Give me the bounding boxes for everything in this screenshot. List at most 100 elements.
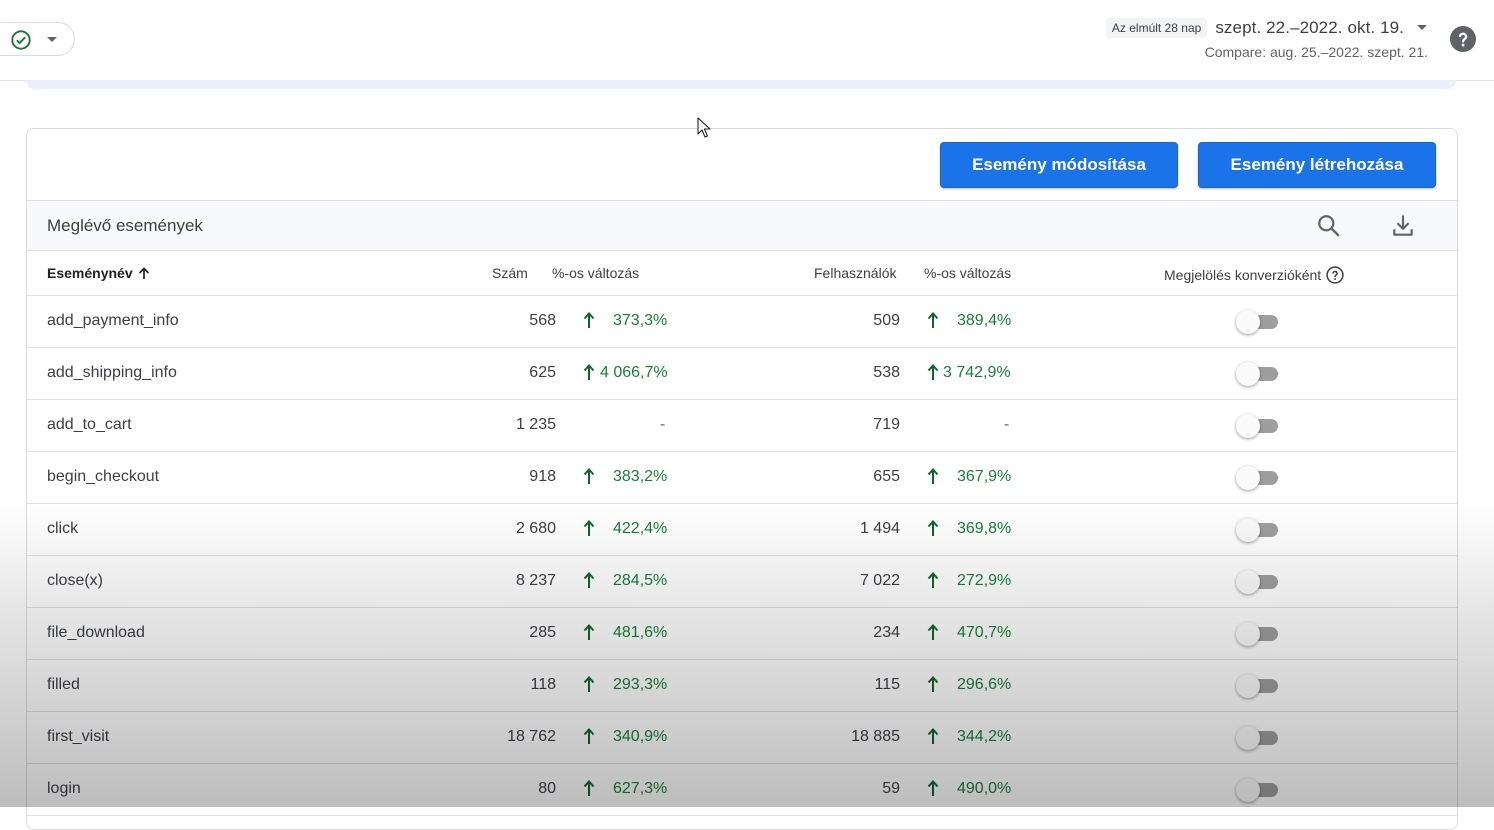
conversion-toggle[interactable] bbox=[1236, 726, 1280, 750]
event-name[interactable]: begin_checkout bbox=[47, 468, 159, 486]
users-change: 470,7% bbox=[957, 624, 1012, 641]
toggle-knob bbox=[1236, 570, 1260, 594]
info-banner-edge bbox=[26, 80, 1456, 89]
table-row[interactable]: begin_checkout 918 383,2% 655 367,9% bbox=[27, 452, 1457, 504]
event-count: 568 bbox=[529, 312, 556, 329]
card-actions: Esemény módosítása Esemény létrehozása bbox=[27, 129, 1457, 201]
column-header-users-change[interactable]: %-os változás bbox=[924, 265, 1011, 281]
users-change: 3 742,9% bbox=[943, 364, 1011, 381]
count-change: 340,9% bbox=[613, 728, 668, 745]
section-title: Meglévő események bbox=[47, 216, 203, 235]
users-change: 272,9% bbox=[957, 572, 1012, 589]
conversion-toggle[interactable] bbox=[1236, 310, 1280, 334]
event-users: 538 bbox=[873, 364, 900, 381]
toggle-knob bbox=[1236, 362, 1260, 386]
conversion-toggle[interactable] bbox=[1236, 570, 1280, 594]
event-users: 234 bbox=[873, 624, 900, 641]
column-header-count-change[interactable]: %-os változás bbox=[552, 265, 639, 281]
modify-event-button[interactable]: Esemény módosítása bbox=[940, 142, 1178, 188]
event-users: 1 494 bbox=[859, 520, 900, 537]
toggle-knob bbox=[1236, 518, 1260, 542]
date-range-label: szept. 22.–2022. okt. 19. bbox=[1215, 18, 1404, 37]
table-row[interactable]: filled 118 293,3% 115 296,6% bbox=[27, 660, 1457, 712]
caret-down-icon bbox=[47, 37, 57, 42]
event-name[interactable]: first_visit bbox=[47, 728, 109, 746]
conversion-toggle[interactable] bbox=[1236, 362, 1280, 386]
users-change: 490,0% bbox=[957, 780, 1012, 797]
arrow-up-icon bbox=[583, 675, 595, 698]
conversion-toggle[interactable] bbox=[1236, 518, 1280, 542]
help-icon[interactable] bbox=[1450, 26, 1476, 52]
event-name[interactable]: login bbox=[47, 780, 81, 798]
table-row[interactable]: add_shipping_info 625 4 066,7% 538 3 742,9% bbox=[27, 348, 1457, 400]
event-users: 719 bbox=[873, 416, 900, 433]
mouse-cursor-icon bbox=[697, 117, 711, 138]
top-bar: Az elmúlt 28 nap szept. 22.–2022. okt. 1… bbox=[0, 0, 1494, 81]
count-change: 627,3% bbox=[613, 780, 668, 797]
event-name[interactable]: add_shipping_info bbox=[47, 364, 177, 382]
toggle-knob bbox=[1236, 310, 1260, 334]
arrow-up-icon bbox=[583, 519, 595, 542]
arrow-up-icon bbox=[583, 363, 595, 386]
conversion-toggle[interactable] bbox=[1236, 674, 1280, 698]
date-preset-chip: Az elmúlt 28 nap bbox=[1105, 18, 1208, 38]
table-row[interactable]: add_payment_info 568 373,3% 509 389,4% bbox=[27, 296, 1457, 348]
date-range-picker[interactable]: Az elmúlt 28 nap szept. 22.–2022. okt. 1… bbox=[1105, 14, 1428, 60]
create-event-button[interactable]: Esemény létrehozása bbox=[1198, 142, 1436, 188]
users-change: 367,9% bbox=[957, 468, 1012, 485]
count-change: 383,2% bbox=[613, 468, 668, 485]
event-users: 7 022 bbox=[859, 572, 900, 589]
event-count: 118 bbox=[530, 676, 556, 693]
conversion-toggle[interactable] bbox=[1236, 466, 1280, 490]
event-name[interactable]: add_to_cart bbox=[47, 416, 132, 434]
table-row[interactable]: close(x) 8 237 284,5% 7 022 272,9% bbox=[27, 556, 1457, 608]
search-icon[interactable] bbox=[1316, 213, 1342, 239]
status-dropdown[interactable] bbox=[0, 22, 75, 56]
table-body: add_payment_info 568 373,3% 509 389,4% add_sh… bbox=[27, 296, 1457, 816]
count-change: 481,6% bbox=[613, 624, 668, 641]
arrow-up-icon bbox=[927, 727, 939, 750]
count-change: - bbox=[660, 416, 666, 433]
toggle-knob bbox=[1236, 778, 1260, 802]
help-circle-icon[interactable] bbox=[1325, 265, 1345, 285]
compare-range-label: Compare: aug. 25.–2022. szept. 21. bbox=[1204, 44, 1428, 60]
download-icon[interactable] bbox=[1390, 213, 1416, 239]
toggle-knob bbox=[1236, 674, 1260, 698]
event-count: 8 237 bbox=[515, 572, 556, 589]
conversion-toggle[interactable] bbox=[1236, 622, 1280, 646]
table-row[interactable]: file_download 285 481,6% 234 470,7% bbox=[27, 608, 1457, 660]
conversion-toggle[interactable] bbox=[1236, 414, 1280, 438]
table-row[interactable]: click 2 680 422,4% 1 494 369,8% bbox=[27, 504, 1457, 556]
event-name[interactable]: click bbox=[47, 520, 78, 538]
event-name[interactable]: filled bbox=[47, 676, 80, 694]
column-header-conversion: Megjelölés konverzióként bbox=[1164, 265, 1345, 285]
event-users: 115 bbox=[874, 676, 900, 693]
event-name[interactable]: close(x) bbox=[47, 572, 103, 590]
toggle-knob bbox=[1236, 622, 1260, 646]
event-users: 509 bbox=[873, 312, 900, 329]
event-name[interactable]: file_download bbox=[47, 624, 145, 642]
table-header: Eseménynév Szám %-os változás Felhasznál… bbox=[27, 251, 1457, 296]
sort-ascending-icon bbox=[138, 266, 149, 279]
event-count: 918 bbox=[529, 468, 556, 485]
event-users: 59 bbox=[882, 780, 900, 797]
users-change: 389,4% bbox=[957, 312, 1012, 329]
users-change: 344,2% bbox=[957, 728, 1012, 745]
arrow-up-icon bbox=[583, 779, 595, 802]
column-header-count[interactable]: Szám bbox=[492, 265, 528, 281]
conversion-toggle[interactable] bbox=[1236, 778, 1280, 802]
table-row[interactable]: add_to_cart 1 235 - 719 - bbox=[27, 400, 1457, 452]
arrow-up-icon bbox=[927, 467, 939, 490]
arrow-up-icon bbox=[583, 467, 595, 490]
event-users: 655 bbox=[873, 468, 900, 485]
event-count: 285 bbox=[529, 624, 556, 641]
table-row[interactable]: first_visit 18 762 340,9% 18 885 344,2% bbox=[27, 712, 1457, 764]
arrow-up-icon bbox=[927, 519, 939, 542]
column-header-users[interactable]: Felhasználók bbox=[814, 265, 897, 281]
table-row[interactable]: login 80 627,3% 59 490,0% bbox=[27, 764, 1457, 816]
count-change: 4 066,7% bbox=[600, 364, 668, 381]
event-name[interactable]: add_payment_info bbox=[47, 312, 179, 330]
column-header-name[interactable]: Eseménynév bbox=[47, 265, 150, 281]
count-change: 293,3% bbox=[613, 676, 668, 693]
count-change: 422,4% bbox=[613, 520, 668, 537]
